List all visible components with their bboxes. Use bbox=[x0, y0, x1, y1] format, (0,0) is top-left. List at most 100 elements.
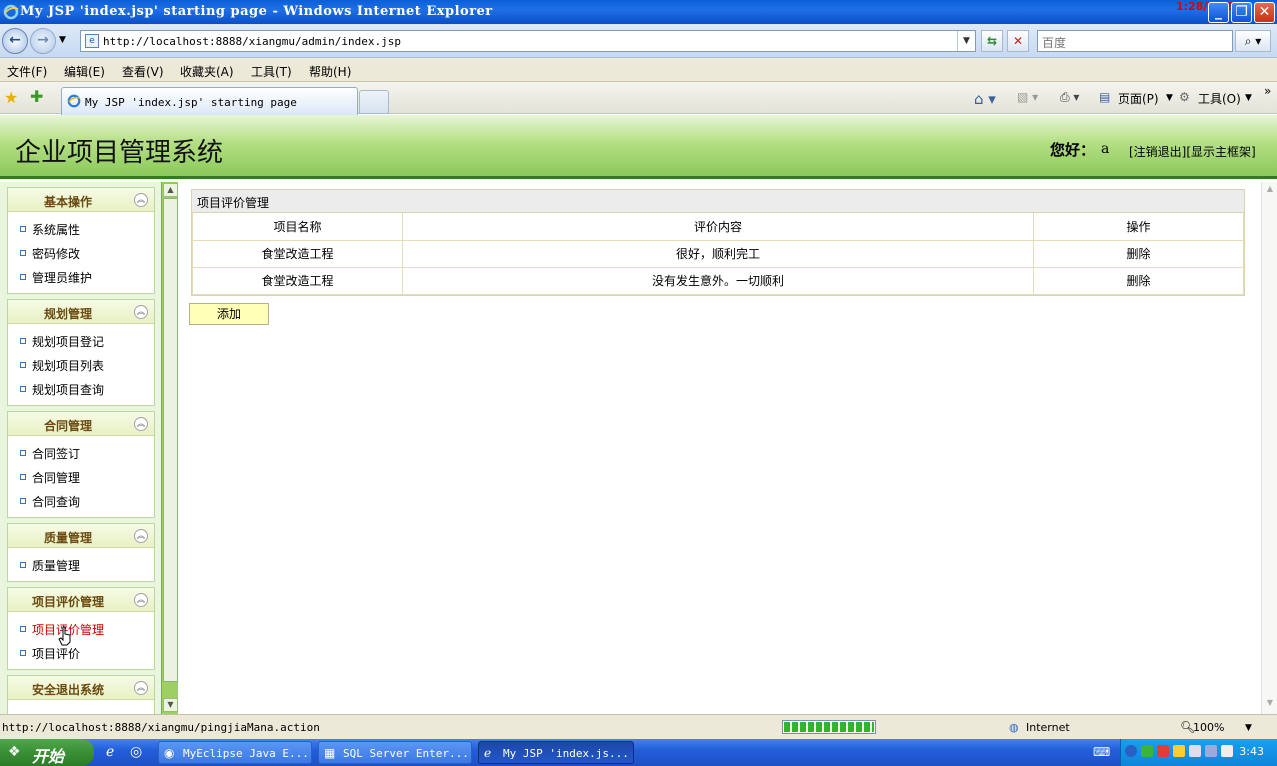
sidebar-item-contract-manage[interactable]: 合同管理 bbox=[8, 464, 154, 488]
delete-link[interactable]: 删除 bbox=[1033, 239, 1244, 268]
sidebar-item-plan-query[interactable]: 规划项目查询 bbox=[8, 376, 154, 400]
tab-label: My JSP 'index.jsp' starting page bbox=[85, 96, 297, 109]
tab-active[interactable]: My JSP 'index.jsp' starting page bbox=[61, 87, 358, 115]
zoom-dropdown-icon[interactable]: ▼ bbox=[1245, 723, 1252, 733]
scroll-up-icon[interactable]: ▲ bbox=[1264, 184, 1276, 196]
quicklaunch-ie-icon[interactable]: ℯ bbox=[106, 744, 114, 760]
tab-row: ★ ✚ My JSP 'index.jsp' starting page ⌂ ▾… bbox=[0, 82, 1277, 115]
sidebar-item-evaluation[interactable]: 项目评价 bbox=[8, 640, 154, 664]
panel-header[interactable]: 项目评价管理 ︽ bbox=[8, 588, 154, 612]
scroll-up-icon[interactable]: ▲ bbox=[163, 183, 178, 197]
refresh-button[interactable]: ⇆ bbox=[981, 30, 1003, 52]
task-label: My JSP 'index.js... bbox=[503, 747, 629, 760]
tray-collapse-icon[interactable] bbox=[1125, 745, 1137, 757]
scroll-down-icon[interactable]: ▼ bbox=[163, 698, 178, 712]
collapse-chevron-icon[interactable]: ︽ bbox=[134, 417, 148, 431]
search-button[interactable]: ⌕ ▾ bbox=[1235, 30, 1271, 52]
tools-menu[interactable]: 工具(O) bbox=[1198, 90, 1241, 107]
sidebar-item-plan-register[interactable]: 规划项目登记 bbox=[8, 328, 154, 352]
menu-help[interactable]: 帮助(H) bbox=[309, 63, 351, 80]
feeds-icon[interactable]: ▧ ▾ bbox=[1017, 90, 1038, 104]
task-label: MyEclipse Java E... bbox=[183, 747, 309, 760]
tray-qq-icon[interactable] bbox=[1173, 745, 1185, 757]
menu-edit[interactable]: 编辑(E) bbox=[64, 63, 105, 80]
collapse-chevron-icon[interactable]: ︽ bbox=[134, 529, 148, 543]
sidebar-item-contract-sign[interactable]: 合同签订 bbox=[8, 440, 154, 464]
show-frame-link[interactable]: [显示主框架] bbox=[1186, 145, 1255, 159]
collapse-chevron-icon[interactable]: ︽ bbox=[134, 305, 148, 319]
tray-volume-icon[interactable] bbox=[1205, 745, 1217, 757]
tools-menu-dropdown-icon[interactable]: ▼ bbox=[1245, 93, 1252, 103]
sidebar-item-quality-manage[interactable]: 质量管理 bbox=[8, 552, 154, 576]
panel-header[interactable]: 规划管理 ︽ bbox=[8, 300, 154, 324]
start-button[interactable]: ❖ 开始 bbox=[0, 739, 94, 766]
collapse-chevron-icon[interactable]: ︽ bbox=[134, 593, 148, 607]
sidebar-item-contract-query[interactable]: 合同查询 bbox=[8, 488, 154, 512]
sidebar-item-change-password[interactable]: 密码修改 bbox=[8, 240, 154, 264]
tray-ime-icon[interactable] bbox=[1221, 745, 1233, 757]
page-menu[interactable]: 页面(P) bbox=[1118, 90, 1159, 107]
page-menu-dropdown-icon[interactable]: ▼ bbox=[1166, 93, 1173, 103]
table-header-row: 项目名称 评价内容 操作 bbox=[192, 213, 1244, 241]
sidebar-item-admin-maintenance[interactable]: 管理员维护 bbox=[8, 264, 154, 288]
logout-link[interactable]: [注销退出] bbox=[1129, 145, 1186, 159]
panel-header[interactable]: 质量管理 ︽ bbox=[8, 524, 154, 548]
status-bar: http://localhost:8888/xiangmu/pingjiaMan… bbox=[0, 714, 1277, 739]
tray-monitor-icon[interactable] bbox=[1189, 745, 1201, 757]
menu-tools[interactable]: 工具(T) bbox=[251, 63, 292, 80]
clock: 3:43 bbox=[1239, 745, 1264, 758]
tray-network-icon[interactable] bbox=[1141, 745, 1153, 757]
task-ie[interactable]: ℯ My JSP 'index.js... bbox=[478, 741, 634, 764]
sidebar-item-evaluation-manage[interactable]: 项目评价管理 bbox=[8, 616, 154, 640]
panel-header[interactable]: 基本操作 ︽ bbox=[8, 188, 154, 212]
search-input[interactable]: 百度 bbox=[1037, 30, 1233, 52]
sidebar-item-label: 项目评价 bbox=[32, 647, 81, 661]
title-bar: My JSP 'index.jsp' starting page - Windo… bbox=[0, 0, 1277, 24]
back-button[interactable]: ← bbox=[2, 28, 28, 54]
scrollbar-thumb[interactable] bbox=[163, 198, 178, 682]
forward-button[interactable]: → bbox=[30, 28, 56, 54]
sidebar-scrollbar[interactable]: ▲ ▼ bbox=[161, 182, 178, 714]
collapse-chevron-icon[interactable]: ︽ bbox=[134, 193, 148, 207]
print-icon[interactable]: ⎙ ▾ bbox=[1060, 90, 1079, 105]
task-sql-server[interactable]: ▦ SQL Server Enter... bbox=[318, 741, 472, 764]
tools-gear-icon: ⚙ bbox=[1179, 90, 1190, 104]
scroll-down-icon[interactable]: ▼ bbox=[1264, 698, 1276, 710]
task-myeclipse[interactable]: ◉ MyEclipse Java E... bbox=[158, 741, 312, 764]
collapse-chevron-icon[interactable]: ︽ bbox=[134, 681, 148, 695]
history-dropdown-icon[interactable]: ▼ bbox=[59, 35, 66, 45]
panel-header[interactable]: 合同管理 ︽ bbox=[8, 412, 154, 436]
sidebar-item-plan-list[interactable]: 规划项目列表 bbox=[8, 352, 154, 376]
minimize-button[interactable]: _ bbox=[1208, 2, 1229, 23]
favorites-star-icon[interactable]: ★ bbox=[4, 88, 18, 107]
stop-icon: ✕ bbox=[1012, 34, 1024, 48]
address-field[interactable]: e http://localhost:8888/xiangmu/admin/in… bbox=[80, 30, 976, 52]
sidebar-item-label: 规划项目列表 bbox=[32, 359, 105, 373]
home-icon[interactable]: ⌂ ▾ bbox=[974, 90, 996, 108]
maximize-button[interactable]: ❐ bbox=[1231, 2, 1252, 23]
new-tab-button[interactable] bbox=[359, 90, 389, 114]
ie-task-icon: ℯ bbox=[484, 746, 492, 760]
zoom-level[interactable]: 100% bbox=[1193, 721, 1224, 734]
page-header: 企业项目管理系统 您好： a [注销退出][显示主框架] bbox=[0, 115, 1277, 179]
add-button[interactable]: 添加 bbox=[189, 303, 269, 325]
keyboard-icon[interactable]: ⌨ bbox=[1093, 745, 1110, 759]
myeclipse-icon: ◉ bbox=[164, 746, 175, 760]
menu-view[interactable]: 查看(V) bbox=[122, 63, 164, 80]
sidebar-panel-basic: 基本操作 ︽ 系统属性 密码修改 管理员维护 bbox=[7, 187, 155, 294]
main-scrollbar[interactable]: ▲ ▼ bbox=[1261, 182, 1277, 714]
menu-file[interactable]: 文件(F) bbox=[7, 63, 47, 80]
sidebar-item-system-properties[interactable]: 系统属性 bbox=[8, 216, 154, 240]
delete-link[interactable]: 删除 bbox=[1033, 266, 1244, 295]
stop-button[interactable]: ✕ bbox=[1007, 30, 1029, 52]
quicklaunch-app-icon[interactable]: ◎ bbox=[130, 744, 142, 760]
sidebar-item-label: 规划项目查询 bbox=[32, 383, 105, 397]
close-button[interactable]: ✕ bbox=[1254, 2, 1275, 23]
address-dropdown-icon[interactable]: ▼ bbox=[957, 31, 975, 51]
search-icon: ⌕ ▾ bbox=[1244, 34, 1262, 48]
menu-favorites[interactable]: 收藏夹(A) bbox=[180, 63, 234, 80]
overflow-chevron-icon[interactable]: » bbox=[1264, 84, 1271, 98]
panel-header[interactable]: 安全退出系统 ︽ bbox=[8, 676, 154, 700]
tray-app-icon[interactable] bbox=[1157, 745, 1169, 757]
add-favorite-icon[interactable]: ✚ bbox=[30, 87, 43, 106]
